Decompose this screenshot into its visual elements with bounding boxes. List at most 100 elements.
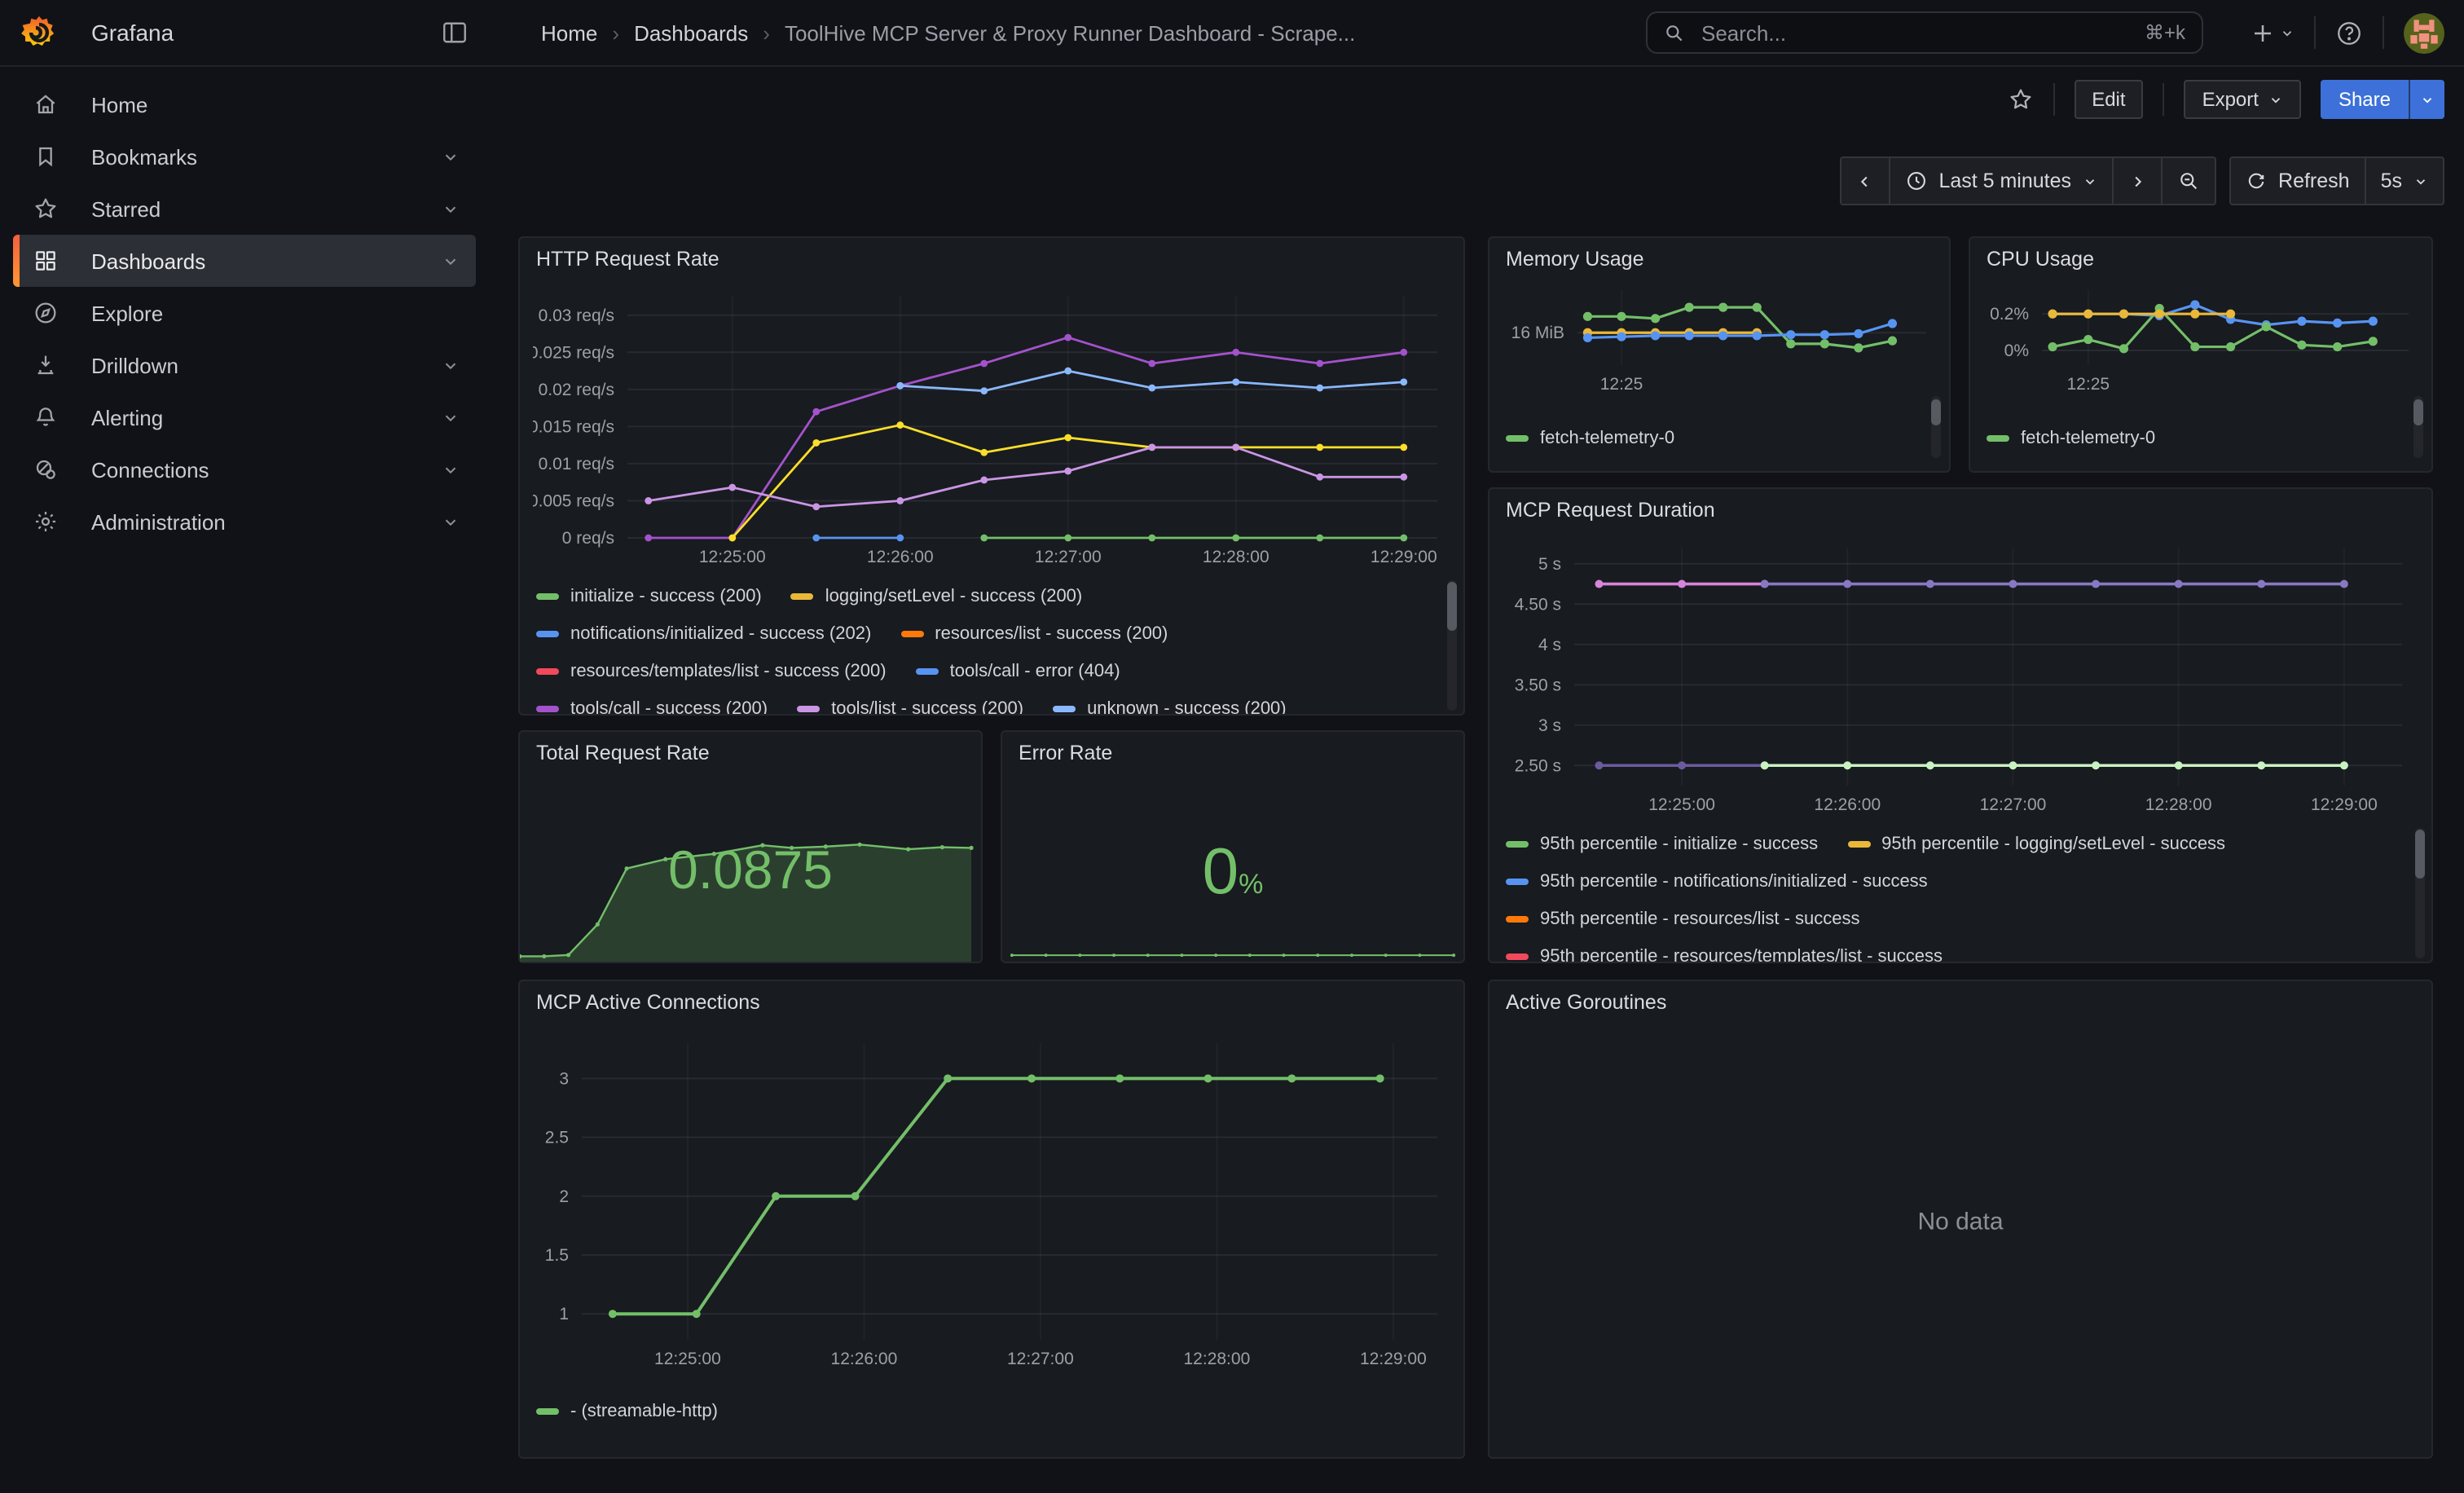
breadcrumb-dashboards[interactable]: Dashboards <box>634 20 748 45</box>
legend-scrollbar[interactable] <box>2415 828 2425 958</box>
scrollbar-thumb[interactable] <box>1931 399 1941 425</box>
series-point <box>896 497 904 504</box>
refresh-button[interactable]: Refresh <box>2231 158 2365 204</box>
panel-title[interactable]: Active Goroutines <box>1489 981 2431 1014</box>
legend-item[interactable]: fetch-telemetry-0 <box>1506 428 1674 447</box>
legend-item[interactable]: unknown - success (200) <box>1053 698 1287 714</box>
series-point <box>1400 473 1407 481</box>
chevron-down-icon[interactable] <box>442 252 460 270</box>
legend-item[interactable]: initialize - success (200) <box>536 586 762 606</box>
legend-item[interactable]: logging/setLevel - success (200) <box>791 586 1083 606</box>
memory-usage-chart[interactable]: 16 MiB12:25 <box>1503 277 1936 394</box>
x-tick-label: 12:28:00 <box>1184 1350 1251 1368</box>
panel-title[interactable]: Total Request Rate <box>520 732 981 764</box>
chevron-down-icon[interactable] <box>442 513 460 531</box>
sidebar-item-bookmarks[interactable]: Bookmarks <box>13 130 476 183</box>
legend-item[interactable]: tools/call - error (404) <box>916 661 1120 680</box>
favorite-star-icon[interactable] <box>2007 86 2033 112</box>
error-rate-sparkline[interactable] <box>1002 937 1463 960</box>
legend-item[interactable]: resources/list - success (200) <box>900 623 1168 643</box>
share-button[interactable]: Share <box>2321 80 2409 119</box>
panel-title[interactable]: HTTP Request Rate <box>520 238 1463 271</box>
legend-item[interactable]: 95th percentile - logging/setLevel - suc… <box>1847 834 2225 853</box>
chevron-down-icon <box>2083 174 2097 188</box>
plus-icon <box>2251 20 2275 45</box>
series-point <box>1180 953 1183 957</box>
user-avatar[interactable] <box>2404 12 2444 53</box>
legend-label: tools/list - success (200) <box>831 698 1023 714</box>
zoom-out-button[interactable] <box>2161 158 2215 204</box>
scrollbar-thumb[interactable] <box>1447 582 1457 631</box>
sidebar-item-starred[interactable]: Starred <box>13 183 476 235</box>
chevron-down-icon[interactable] <box>442 356 460 374</box>
legend-item[interactable]: tools/list - success (200) <box>797 698 1023 714</box>
scrollbar-thumb[interactable] <box>2413 399 2423 425</box>
legend-scrollbar[interactable] <box>1447 580 1457 711</box>
panel-legend: fetch-telemetry-0 <box>1987 419 2425 458</box>
series-point <box>1583 333 1592 342</box>
series-point <box>2340 580 2348 588</box>
panel-legend: 95th percentile - initialize - success 9… <box>1506 825 2425 962</box>
total-request-rate-sparkline[interactable] <box>520 821 981 962</box>
chevron-down-icon[interactable] <box>442 408 460 426</box>
search-input[interactable]: ⌘+k <box>1646 11 2203 54</box>
export-button[interactable]: Export <box>2185 80 2301 119</box>
sidebar-item-explore[interactable]: Explore <box>13 287 476 339</box>
legend-swatch <box>536 630 559 636</box>
sidebar-item-alerting[interactable]: Alerting <box>13 391 476 443</box>
sidebar-item-connections[interactable]: Connections <box>13 443 476 495</box>
time-shift-back-button[interactable] <box>1841 158 1888 204</box>
panel-title[interactable]: MCP Active Connections <box>520 981 1463 1014</box>
legend-item[interactable]: tools/call - success (200) <box>536 698 768 714</box>
time-range-picker[interactable]: Last 5 minutes <box>1888 158 2112 204</box>
legend-scrollbar[interactable] <box>2413 396 2423 458</box>
legend-item[interactable]: - (streamable-http) <box>536 1401 718 1420</box>
panel-title[interactable]: Error Rate <box>1002 732 1463 764</box>
cpu-usage-chart[interactable]: 0.2%0%12:25 <box>1983 277 2418 394</box>
grafana-logo-icon[interactable] <box>21 15 57 51</box>
panel-title[interactable]: MCP Request Duration <box>1489 489 2431 522</box>
legend-item[interactable]: 95th percentile - initialize - success <box>1506 834 1818 853</box>
share-menu-button[interactable] <box>2409 80 2444 119</box>
sidebar-item-home[interactable]: Home <box>13 78 476 130</box>
series-point <box>944 1074 952 1082</box>
collapse-sidebar-icon[interactable] <box>440 18 469 47</box>
sidebar-item-drilldown[interactable]: Drilldown <box>13 339 476 391</box>
legend-item[interactable]: 95th percentile - resources/list - succe… <box>1506 909 1860 928</box>
breadcrumb-home[interactable]: Home <box>541 20 597 45</box>
legend-item[interactable]: notifications/initialized - success (202… <box>536 623 871 643</box>
mcp-request-duration-chart[interactable]: 5 s4.50 s4 s3.50 s3 s2.50 s12:25:0012:26… <box>1503 531 2418 828</box>
series-point <box>728 484 736 491</box>
series-point <box>1146 953 1150 957</box>
legend-item[interactable]: resources/templates/list - success (200) <box>536 661 887 680</box>
add-new-button[interactable] <box>2251 20 2295 45</box>
legend-item[interactable]: 95th percentile - notifications/initiali… <box>1506 871 1928 891</box>
refresh-interval-dropdown[interactable]: 5s <box>2365 158 2443 204</box>
legend-item[interactable]: fetch-telemetry-0 <box>1987 428 2155 447</box>
http-request-rate-chart[interactable]: 0 req/s0.005 req/s0.01 req/s0.015 req/s0… <box>533 280 1454 580</box>
sidebar-item-administration[interactable]: Administration <box>13 495 476 548</box>
series-point <box>980 360 988 368</box>
divider <box>2383 16 2384 49</box>
x-tick-label: 12:29:00 <box>2311 795 2378 814</box>
panel-title[interactable]: CPU Usage <box>1970 238 2431 271</box>
chevron-down-icon[interactable] <box>442 460 460 478</box>
help-button[interactable] <box>2335 19 2363 46</box>
series-line <box>1587 307 1892 348</box>
search-field[interactable] <box>1698 19 2132 46</box>
series-point <box>1617 333 1626 341</box>
mcp-active-connections-chart[interactable]: 32.521.5112:25:0012:26:0012:27:0012:28:0… <box>533 1024 1454 1385</box>
chevron-down-icon[interactable] <box>442 148 460 165</box>
legend-scrollbar[interactable] <box>1931 396 1941 458</box>
edit-button[interactable]: Edit <box>2074 80 2143 119</box>
sidebar-item-dashboards[interactable]: Dashboards <box>13 235 476 287</box>
panel-title[interactable]: Memory Usage <box>1489 238 1949 271</box>
chevron-down-icon[interactable] <box>442 200 460 218</box>
legend-item[interactable]: 95th percentile - resources/templates/li… <box>1506 946 1943 962</box>
x-tick-label: 12:26:00 <box>867 548 934 566</box>
scrollbar-thumb[interactable] <box>2415 830 2425 879</box>
y-tick-label: 3 s <box>1538 716 1561 735</box>
time-shift-forward-button[interactable] <box>2112 158 2161 204</box>
time-range-group: Last 5 minutes <box>1839 156 2216 205</box>
series-point <box>1786 330 1795 339</box>
